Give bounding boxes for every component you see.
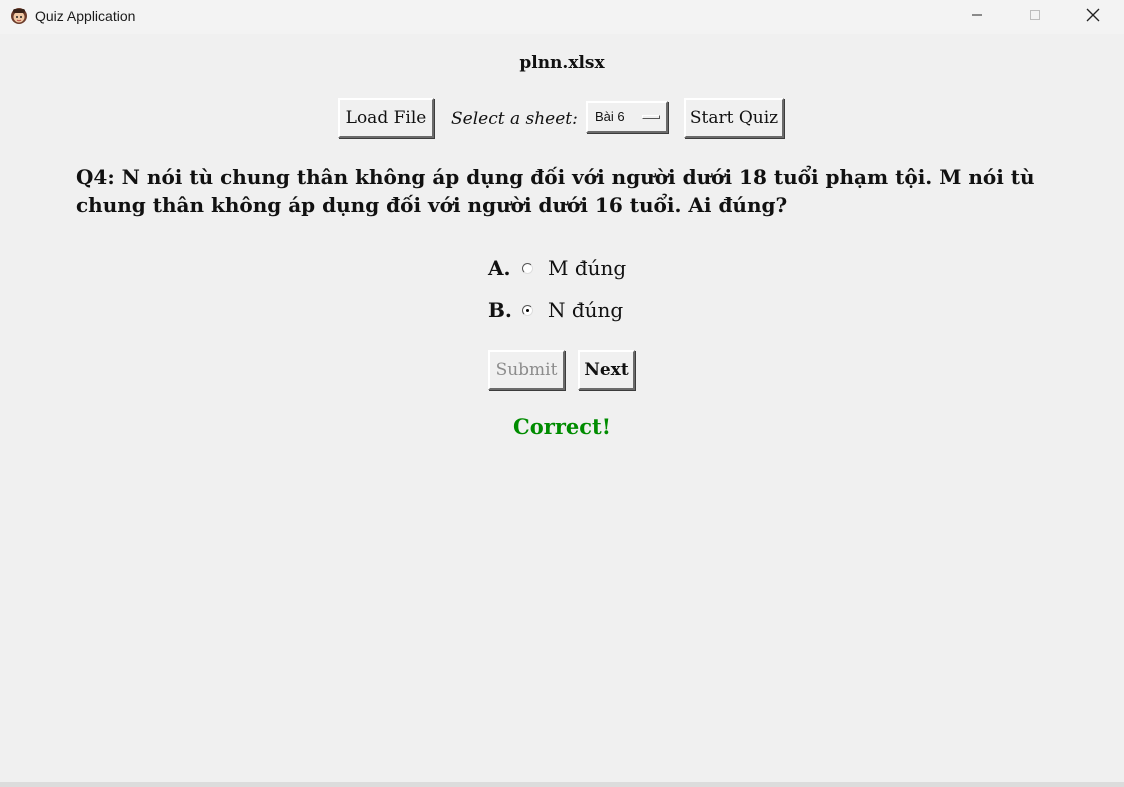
maximize-button[interactable] bbox=[1006, 0, 1064, 34]
option-label: N đúng bbox=[548, 298, 624, 322]
file-name-label: plnn.xlsx bbox=[519, 53, 605, 73]
dropdown-indicator-icon bbox=[642, 115, 660, 119]
app-icon bbox=[10, 7, 28, 25]
load-file-button[interactable]: Load File bbox=[338, 98, 434, 138]
option-letter: A. bbox=[488, 256, 511, 280]
next-button[interactable]: Next bbox=[578, 350, 635, 390]
option-a-radio[interactable] bbox=[522, 262, 533, 274]
option-letter: B. bbox=[488, 298, 512, 322]
title-bar: Quiz Application bbox=[0, 0, 1124, 34]
option-a[interactable]: A. M đúng bbox=[488, 253, 626, 283]
minimize-icon bbox=[971, 8, 983, 26]
question-text: Q4: N nói tù chung thân không áp dụng đố… bbox=[76, 165, 1035, 217]
close-icon bbox=[1086, 8, 1100, 27]
sheet-dropdown-value: Bài 6 bbox=[595, 109, 625, 124]
option-b-radio[interactable] bbox=[522, 304, 533, 316]
window-title: Quiz Application bbox=[35, 8, 136, 24]
radio-selected-dot bbox=[526, 308, 529, 312]
option-label: M đúng bbox=[548, 256, 627, 280]
minimize-button[interactable] bbox=[948, 0, 1006, 34]
sheet-dropdown[interactable]: Bài 6 bbox=[586, 101, 668, 133]
start-quiz-button[interactable]: Start Quiz bbox=[684, 98, 784, 138]
option-b[interactable]: B. N đúng bbox=[488, 295, 623, 325]
maximize-icon bbox=[1029, 8, 1041, 26]
window-bottom-edge bbox=[0, 782, 1124, 787]
submit-button[interactable]: Submit bbox=[488, 350, 565, 390]
feedback-message: Correct! bbox=[513, 414, 611, 439]
sheet-select-label: Select a sheet: bbox=[451, 109, 578, 129]
quiz-panel: plnn.xlsx Load File Select a sheet: Bài … bbox=[0, 34, 1124, 787]
close-button[interactable] bbox=[1064, 0, 1122, 34]
